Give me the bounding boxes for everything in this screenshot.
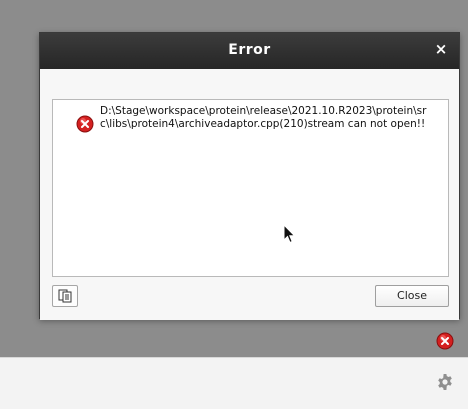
message-box: D:\Stage\workspace\protein\release\2021.… bbox=[52, 99, 449, 277]
copy-icon bbox=[58, 289, 72, 303]
close-icon[interactable]: × bbox=[433, 41, 449, 57]
dialog-title: Error bbox=[228, 42, 271, 58]
error-icon[interactable] bbox=[436, 332, 454, 350]
error-dialog: Error × D:\Stage\workspace\protein\relea… bbox=[39, 32, 460, 320]
background-panel bbox=[0, 357, 468, 409]
error-message: D:\Stage\workspace\protein\release\2021.… bbox=[100, 105, 427, 130]
dialog-titlebar[interactable]: Error × bbox=[40, 33, 459, 69]
close-button[interactable]: Close bbox=[375, 285, 449, 307]
error-icon bbox=[76, 115, 94, 133]
mouse-cursor-icon bbox=[283, 224, 296, 244]
gear-icon[interactable] bbox=[436, 373, 454, 391]
dialog-body: D:\Stage\workspace\protein\release\2021.… bbox=[40, 69, 459, 320]
copy-button[interactable] bbox=[52, 285, 78, 307]
